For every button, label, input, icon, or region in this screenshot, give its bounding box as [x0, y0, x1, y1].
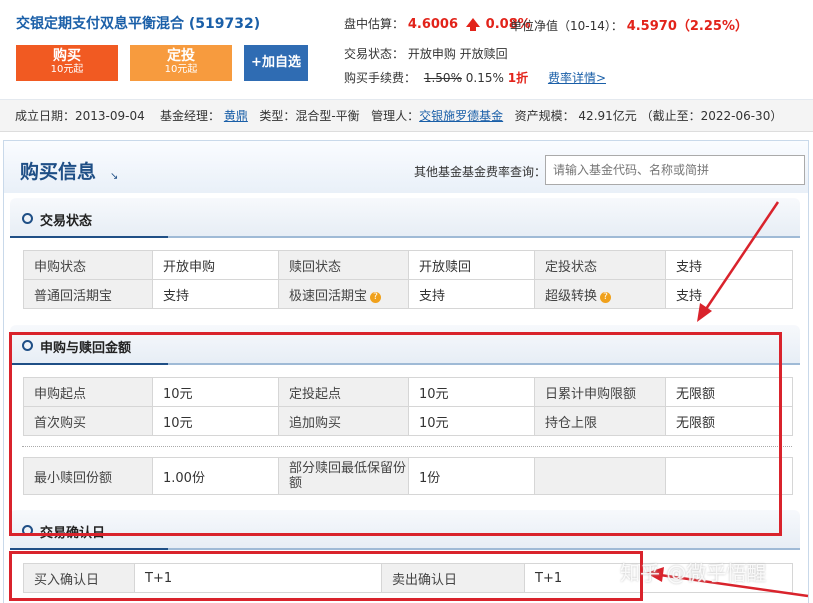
watermark: 知乎 @微乎悟醒: [620, 561, 767, 585]
annotation-arrows: [646, 201, 809, 598]
arrow-head-top: [697, 303, 712, 322]
arrow-line-top: [702, 201, 780, 313]
